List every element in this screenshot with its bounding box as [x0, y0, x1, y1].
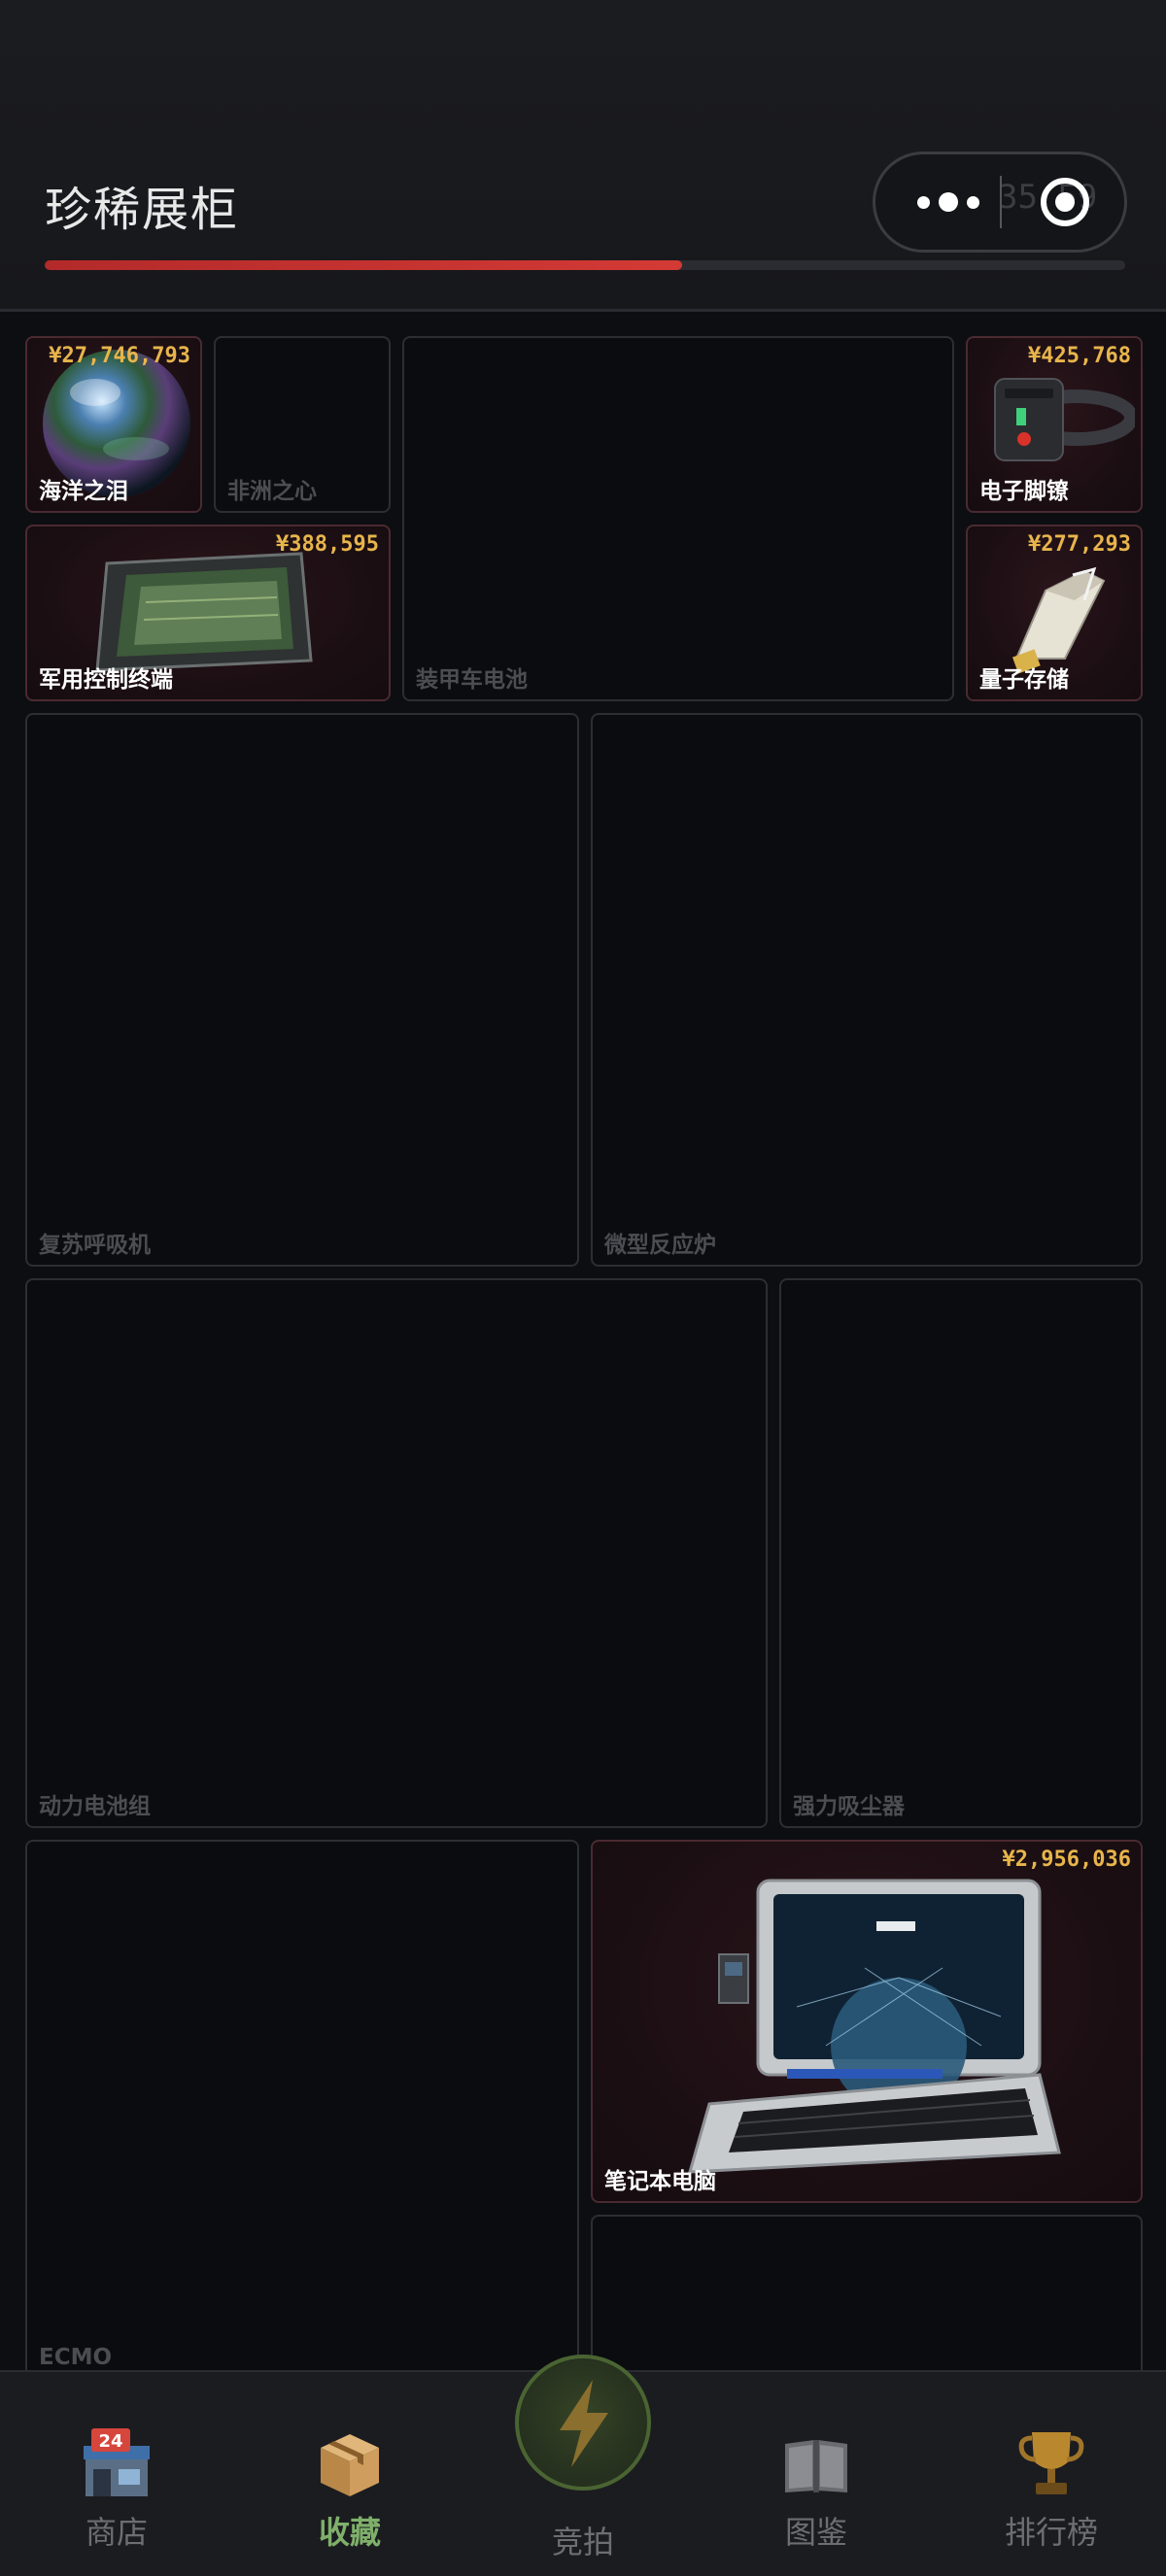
tab-collection[interactable]: 收藏: [253, 2426, 447, 2562]
electronic-shackle-image: [994, 378, 1135, 461]
box-icon: [313, 2426, 387, 2500]
laptop-image: [687, 1879, 1061, 2174]
item-name: 非洲之心: [227, 479, 317, 504]
cell-vacuum-cleaner[interactable]: 强力吸尘器: [779, 1278, 1143, 1828]
military-terminal-image: [95, 552, 313, 672]
more-options-icon[interactable]: [905, 154, 992, 250]
header: 珍稀展柜 35 59: [0, 0, 1166, 312]
tab-shop[interactable]: 24 商店: [19, 2426, 214, 2562]
auction-button[interactable]: [515, 2355, 651, 2491]
price-label: ¥425,768: [1028, 344, 1131, 368]
cell-laptop[interactable]: ¥2,956,036 笔记本电脑: [591, 1840, 1143, 2203]
book-icon: [779, 2426, 853, 2500]
tab-guide[interactable]: 图鉴: [719, 2426, 913, 2562]
cell-resuscitator[interactable]: 复苏呼吸机: [25, 713, 579, 1267]
progress-bar: [45, 260, 1125, 270]
screen: 珍稀展柜 35 59 ¥27,746,793 海洋之泪 非洲之心 装甲车电池 ¥…: [0, 0, 1166, 2576]
lightning-icon: [560, 2380, 608, 2467]
item-name: 军用控制终端: [39, 667, 173, 693]
price-label: ¥277,293: [1028, 532, 1131, 557]
price-label: ¥2,956,036: [1002, 1847, 1131, 1872]
shop-badge: 24: [98, 2431, 122, 2452]
mini-program-capsule: 35 59: [873, 152, 1127, 253]
cell-micro-reactor[interactable]: 微型反应炉: [591, 713, 1143, 1267]
capsule-divider: [1000, 176, 1002, 228]
tab-ranking[interactable]: 排行榜: [954, 2426, 1149, 2562]
price-label: ¥27,746,793: [49, 344, 190, 368]
item-name: 微型反应炉: [604, 1233, 716, 1258]
price-label: ¥388,595: [276, 532, 379, 557]
item-name: 笔记本电脑: [604, 2169, 716, 2194]
tab-auction-label: 竞拍: [551, 2524, 614, 2560]
cell-africa-heart[interactable]: 非洲之心: [214, 336, 391, 513]
cell-ecmo[interactable]: ECMO: [25, 1840, 579, 2384]
trophy-icon: [1014, 2426, 1088, 2500]
tab-label: 商店: [85, 2514, 148, 2551]
tab-label: 图鉴: [784, 2514, 847, 2551]
cell-military-terminal[interactable]: ¥388,595 军用控制终端: [25, 525, 391, 701]
tab-label: 收藏: [318, 2514, 381, 2551]
quantum-storage-image: [1012, 566, 1106, 674]
item-name: 量子存储: [979, 667, 1069, 693]
item-name: 海洋之泪: [39, 479, 128, 504]
item-name: 电子脚镣: [979, 479, 1069, 504]
cell-armored-battery[interactable]: 装甲车电池: [402, 336, 954, 701]
item-name: 动力电池组: [39, 1794, 151, 1819]
item-name: 复苏呼吸机: [39, 1233, 151, 1258]
progress-fill: [45, 260, 683, 270]
cell-empty-slot[interactable]: [591, 2215, 1143, 2390]
item-name: ECMO: [39, 2345, 113, 2370]
cell-ocean-tear[interactable]: ¥27,746,793 海洋之泪: [25, 336, 202, 513]
cell-electronic-shackle[interactable]: ¥425,768 电子脚镣: [966, 336, 1143, 513]
item-name: 装甲车电池: [416, 667, 528, 693]
close-mini-program-icon[interactable]: [1041, 178, 1089, 226]
cell-power-battery-pack[interactable]: 动力电池组: [25, 1278, 768, 1828]
tab-label: 排行榜: [1004, 2514, 1098, 2551]
shop-icon: 24: [80, 2426, 154, 2500]
cell-quantum-storage[interactable]: ¥277,293 量子存储: [966, 525, 1143, 701]
item-name: 强力吸尘器: [793, 1794, 905, 1819]
page-title: 珍稀展柜: [45, 183, 240, 237]
